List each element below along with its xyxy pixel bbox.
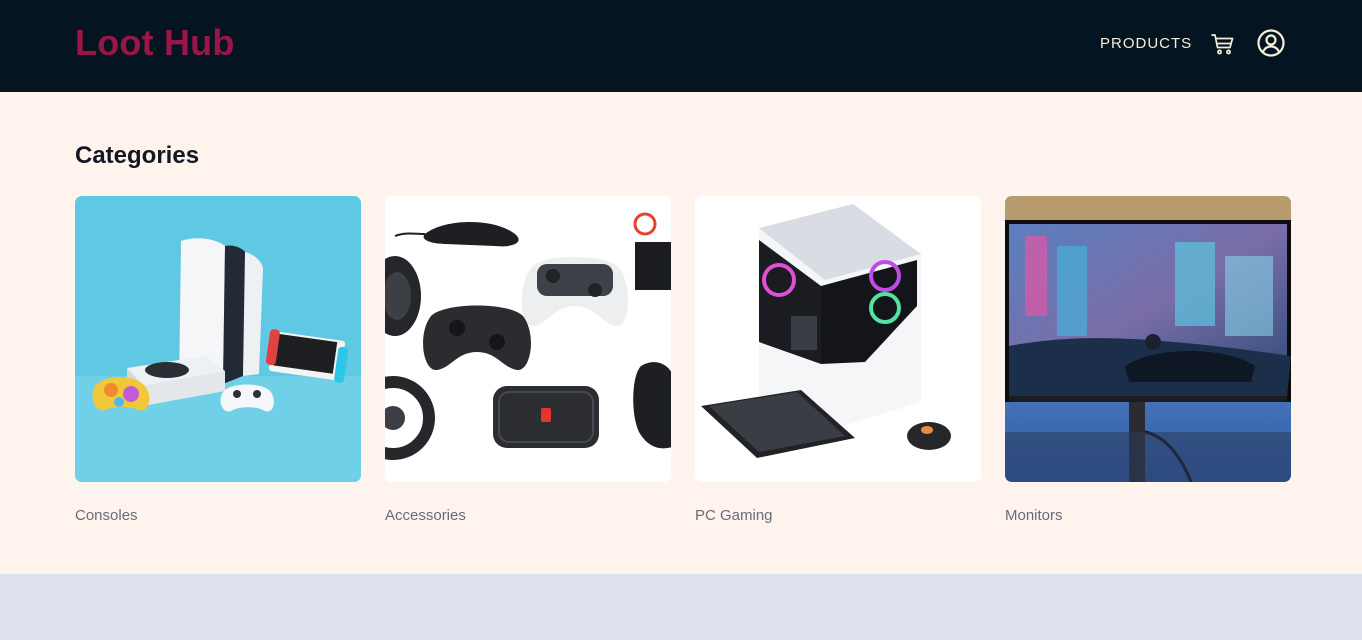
accessories-photo[interactable]: [385, 196, 671, 482]
category-card-pc-gaming[interactable]: PC Gaming: [695, 196, 981, 524]
category-card-monitors[interactable]: Monitors: [1005, 196, 1291, 524]
category-label: Accessories: [385, 507, 466, 524]
main-content: Categories Consoles Accessories PC Gamin…: [0, 92, 1362, 574]
pc-gaming-photo[interactable]: [695, 196, 981, 482]
nav-products-link[interactable]: PRODUCTS: [1100, 35, 1192, 52]
category-card-consoles[interactable]: Consoles: [75, 196, 361, 524]
categories-heading: Categories: [75, 142, 200, 169]
category-label: PC Gaming: [695, 507, 773, 524]
category-card-accessories[interactable]: Accessories: [385, 196, 671, 524]
account-icon[interactable]: [1256, 28, 1286, 58]
category-label: Monitors: [1005, 507, 1063, 524]
brand-logo[interactable]: Loot Hub: [75, 22, 235, 64]
site-header: Loot Hub PRODUCTS: [0, 0, 1362, 92]
consoles-photo[interactable]: [75, 196, 361, 482]
monitors-photo[interactable]: [1005, 196, 1291, 482]
cart-icon[interactable]: [1210, 31, 1236, 57]
page-footer: [0, 574, 1362, 640]
category-label: Consoles: [75, 507, 138, 524]
